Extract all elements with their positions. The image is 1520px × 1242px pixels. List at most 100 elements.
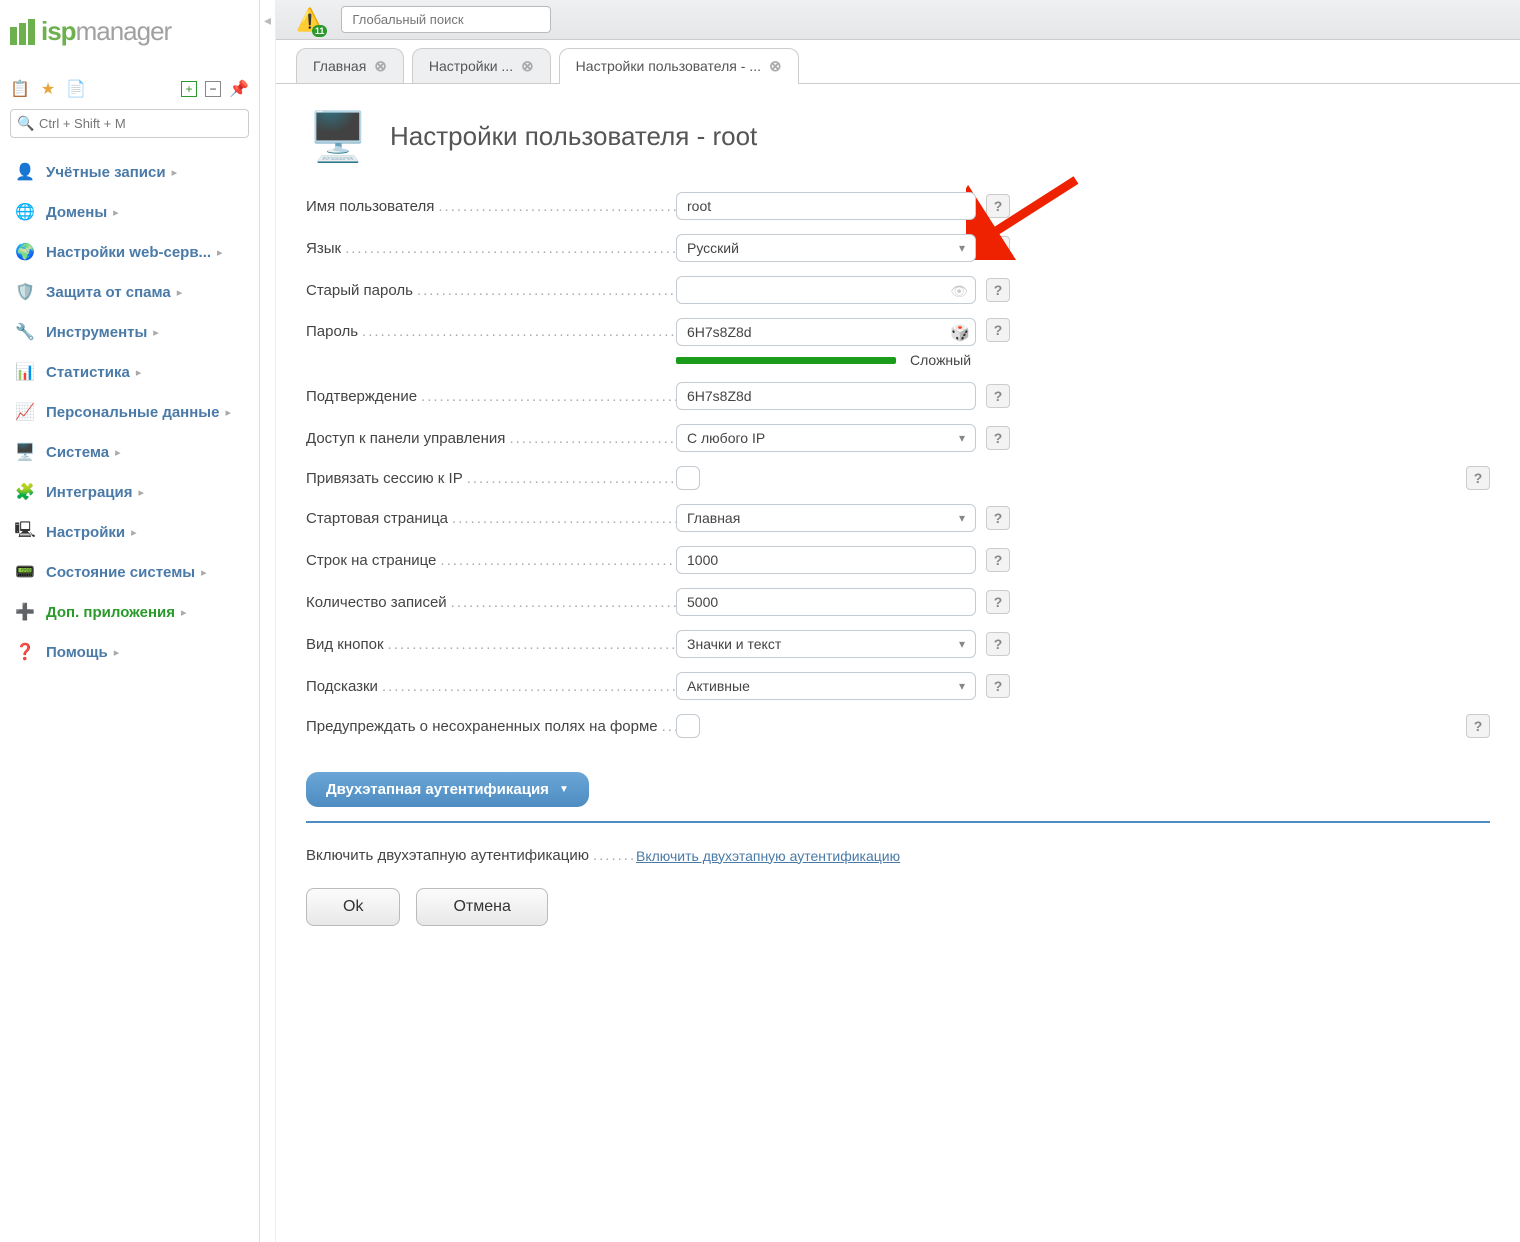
tab-label: Настройки ... [429, 58, 513, 74]
star-icon[interactable]: ★ [38, 79, 58, 99]
nav-label: Настройки web-серв... [46, 244, 211, 261]
logo-bars-icon [10, 19, 35, 45]
sidebar: ispmanager 📋 ★ 📄 + − 📌 🔍 👤Учётные записи… [0, 0, 260, 1242]
collapse-handle[interactable]: ◂ [260, 0, 276, 1242]
label-username: Имя пользователя [306, 198, 676, 215]
close-icon[interactable]: ⊗ [769, 57, 782, 75]
close-icon[interactable]: ⊗ [521, 57, 534, 75]
list-icon[interactable]: 📋 [10, 79, 30, 99]
help-button[interactable]: ? [986, 278, 1010, 302]
checkbox-bind-session[interactable] [676, 466, 700, 490]
tab-label: Главная [313, 58, 366, 74]
clipboard-icon[interactable]: 📄 [66, 79, 86, 99]
help-button[interactable]: ? [986, 674, 1010, 698]
sidebar-item-11[interactable]: ➕Доп. приложения▸ [10, 592, 249, 632]
password-strength: Сложный [676, 352, 976, 368]
help-button[interactable]: ? [986, 318, 1010, 342]
chevron-right-icon: ▸ [131, 526, 137, 539]
input-password[interactable] [676, 318, 976, 346]
dice-icon[interactable]: 🎲 [950, 323, 970, 343]
link-enable-2fa[interactable]: Включить двухэтапную аутентификацию [636, 848, 900, 864]
tab-2[interactable]: Настройки пользователя - ...⊗ [559, 48, 799, 84]
pin-icon[interactable]: 📌 [229, 79, 249, 99]
sidebar-item-5[interactable]: 📊Статистика▸ [10, 352, 249, 392]
input-rows-per-page[interactable] [676, 546, 976, 574]
section-divider [306, 821, 1490, 823]
chevron-down-icon: ▾ [959, 511, 965, 525]
sidebar-item-4[interactable]: 🔧Инструменты▸ [10, 312, 249, 352]
select-language[interactable]: Русский▾ [676, 234, 976, 262]
nav-icon: 📈 [14, 401, 36, 423]
global-search-input[interactable] [341, 6, 551, 33]
sidebar-item-10[interactable]: 📟Состояние системы▸ [10, 552, 249, 592]
tab-0[interactable]: Главная ⊗ [296, 48, 404, 83]
label-tooltips: Подсказки [306, 678, 676, 695]
cancel-button[interactable]: Отмена [416, 888, 547, 926]
plus-icon[interactable]: + [181, 81, 197, 97]
sidebar-item-8[interactable]: 🧩 Интеграция ▸ [10, 472, 249, 512]
help-button[interactable]: ? [986, 426, 1010, 450]
ok-button[interactable]: Ok [306, 888, 400, 926]
chevron-right-icon: ▸ [177, 286, 183, 299]
close-icon[interactable]: ⊗ [374, 57, 387, 75]
nav-icon: 🧩 [14, 481, 36, 503]
help-button[interactable]: ? [986, 194, 1010, 218]
nav-icon: 🖳 [14, 521, 36, 543]
select-start-page[interactable]: Главная▾ [676, 504, 976, 532]
help-button[interactable]: ? [986, 236, 1010, 260]
button-row: Ok Отмена [306, 888, 1490, 926]
chevron-right-icon: ▸ [217, 246, 223, 259]
select-tooltips[interactable]: Активные▾ [676, 672, 976, 700]
help-button[interactable]: ? [986, 632, 1010, 656]
content: 🖥️ Настройки пользователя - root Имя пол… [276, 84, 1520, 1242]
label-warn-unsaved: Предупреждать о несохраненных полях на ф… [306, 718, 676, 735]
chevron-right-icon: ▸ [225, 406, 231, 419]
select-buttons-view[interactable]: Значки и текст▾ [676, 630, 976, 658]
sidebar-item-6[interactable]: 📈Персональные данные▸ [10, 392, 249, 432]
sidebar-search-input[interactable] [10, 109, 249, 138]
nav-icon: ➕ [14, 601, 36, 623]
label-panel-access: Доступ к панели управления [306, 430, 676, 447]
select-panel-access[interactable]: С любого IP▾ [676, 424, 976, 452]
sidebar-item-1[interactable]: 🌐Домены▸ [10, 192, 249, 232]
sidebar-item-3[interactable]: 🛡️Защита от спама▸ [10, 272, 249, 312]
eye-icon[interactable]: 👁 [950, 283, 968, 300]
sidebar-item-12[interactable]: ❓ Помощь ▸ [10, 632, 249, 672]
help-button[interactable]: ? [986, 506, 1010, 530]
input-old-password[interactable] [676, 276, 976, 304]
label-records-count: Количество записей [306, 594, 676, 611]
chevron-right-icon: ▸ [114, 646, 120, 659]
chevron-down-icon: ▼ [559, 784, 569, 795]
label-enable-2fa: Включить двухэтапную аутентификацию [306, 847, 636, 864]
tab-1[interactable]: Настройки ... ⊗ [412, 48, 551, 83]
form: Имя пользователя ? Язык Русский▾ ? Стары… [306, 192, 1490, 926]
label-password: Пароль [306, 318, 676, 340]
help-button[interactable]: ? [986, 548, 1010, 572]
checkbox-warn-unsaved[interactable] [676, 714, 700, 738]
nav-label: Настройки [46, 524, 125, 541]
chevron-left-icon: ◂ [264, 12, 271, 29]
help-button[interactable]: ? [1466, 466, 1490, 490]
section-2fa-toggle[interactable]: Двухэтапная аутентификация▼ [306, 772, 589, 807]
input-username[interactable] [676, 192, 976, 220]
help-button[interactable]: ? [986, 590, 1010, 614]
sidebar-item-9[interactable]: 🖳 Настройки ▸ [10, 512, 249, 552]
sidebar-item-7[interactable]: 🖥️Система▸ [10, 432, 249, 472]
label-confirm: Подтверждение [306, 388, 676, 405]
nav-icon: ❓ [14, 641, 36, 663]
password-strength-bar [676, 357, 896, 364]
nav-label: Защита от спама [46, 284, 171, 301]
nav-label: Помощь [46, 644, 108, 661]
sidebar-item-0[interactable]: 👤Учётные записи▸ [10, 152, 249, 192]
help-button[interactable]: ? [1466, 714, 1490, 738]
input-confirm[interactable] [676, 382, 976, 410]
minus-icon[interactable]: − [205, 81, 221, 97]
logo-text: ispmanager [41, 16, 171, 47]
nav-label: Интеграция [46, 484, 132, 501]
input-records-count[interactable] [676, 588, 976, 616]
chevron-right-icon: ▸ [138, 486, 144, 499]
help-button[interactable]: ? [986, 384, 1010, 408]
sidebar-item-2[interactable]: 🌍Настройки web-серв...▸ [10, 232, 249, 272]
alert-icon[interactable]: ⚠️11 [296, 7, 323, 33]
nav: 👤Учётные записи▸🌐Домены▸🌍Настройки web-с… [10, 152, 249, 672]
